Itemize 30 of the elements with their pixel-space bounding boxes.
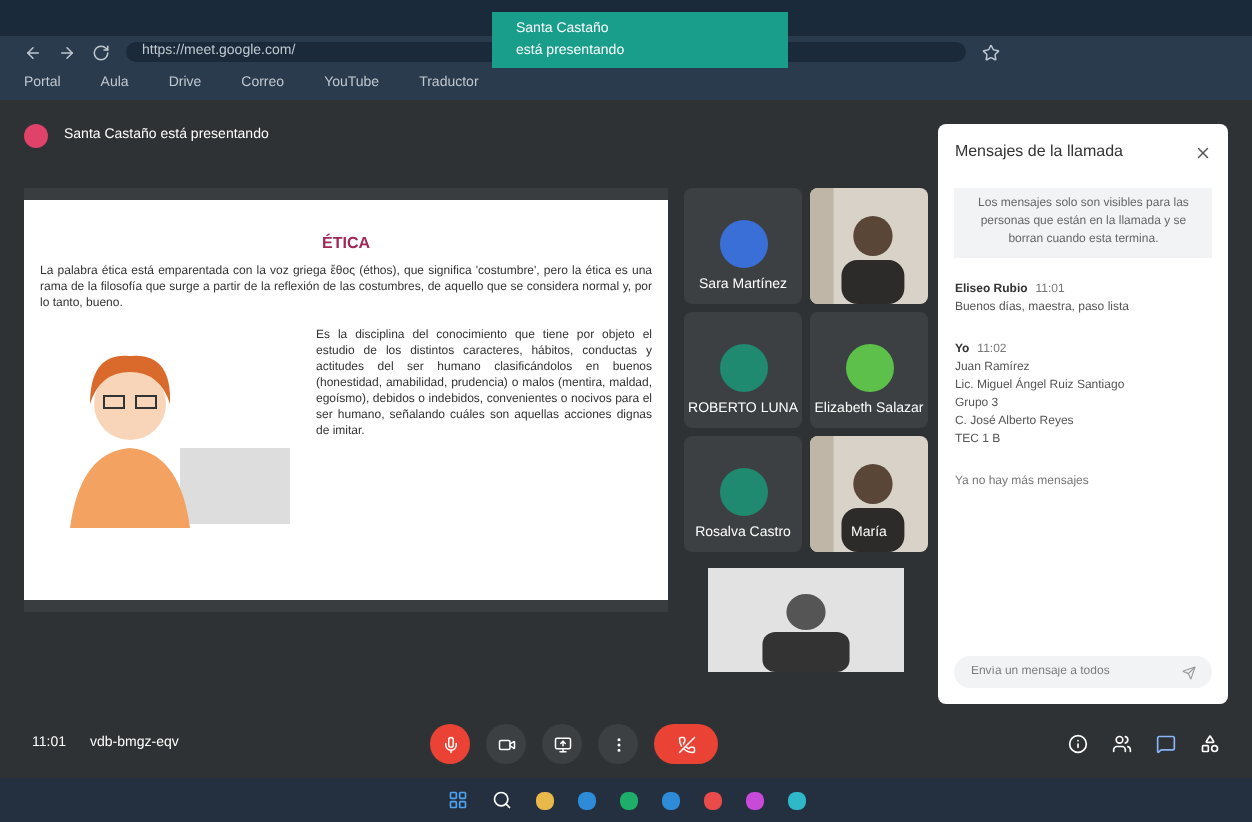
app-icon[interactable] — [661, 791, 679, 809]
camera-button[interactable] — [486, 724, 526, 764]
close-icon[interactable] — [1194, 143, 1212, 161]
app-icon[interactable] — [619, 791, 637, 809]
chat-icon[interactable] — [1156, 734, 1176, 754]
chat-title: Mensajes de la llamada — [954, 140, 1123, 164]
info-icon[interactable] — [1068, 734, 1088, 754]
camera-icon — [497, 735, 515, 753]
back-icon[interactable] — [24, 43, 42, 61]
app-icon[interactable] — [577, 791, 595, 809]
send-icon[interactable] — [1182, 665, 1196, 679]
app-icon[interactable] — [745, 791, 763, 809]
slide-title: ÉTICA — [320, 232, 372, 256]
bookmark-star-icon[interactable] — [982, 43, 1000, 61]
mic-icon — [441, 735, 459, 753]
present-icon — [553, 735, 571, 753]
mic-button[interactable] — [430, 724, 470, 764]
activities-icon[interactable] — [1200, 734, 1220, 754]
forward-icon[interactable] — [58, 43, 76, 61]
app-icon[interactable] — [703, 791, 721, 809]
app-icon[interactable] — [787, 791, 805, 809]
leave-call-button[interactable] — [654, 724, 718, 764]
presenter-icon — [24, 124, 48, 148]
present-button[interactable] — [542, 724, 582, 764]
reload-icon[interactable] — [92, 43, 110, 61]
hang-up-icon — [677, 735, 695, 753]
people-icon[interactable] — [1112, 734, 1132, 754]
start-icon[interactable] — [447, 790, 467, 810]
search-icon[interactable] — [491, 790, 511, 810]
app-icon[interactable] — [535, 791, 553, 809]
